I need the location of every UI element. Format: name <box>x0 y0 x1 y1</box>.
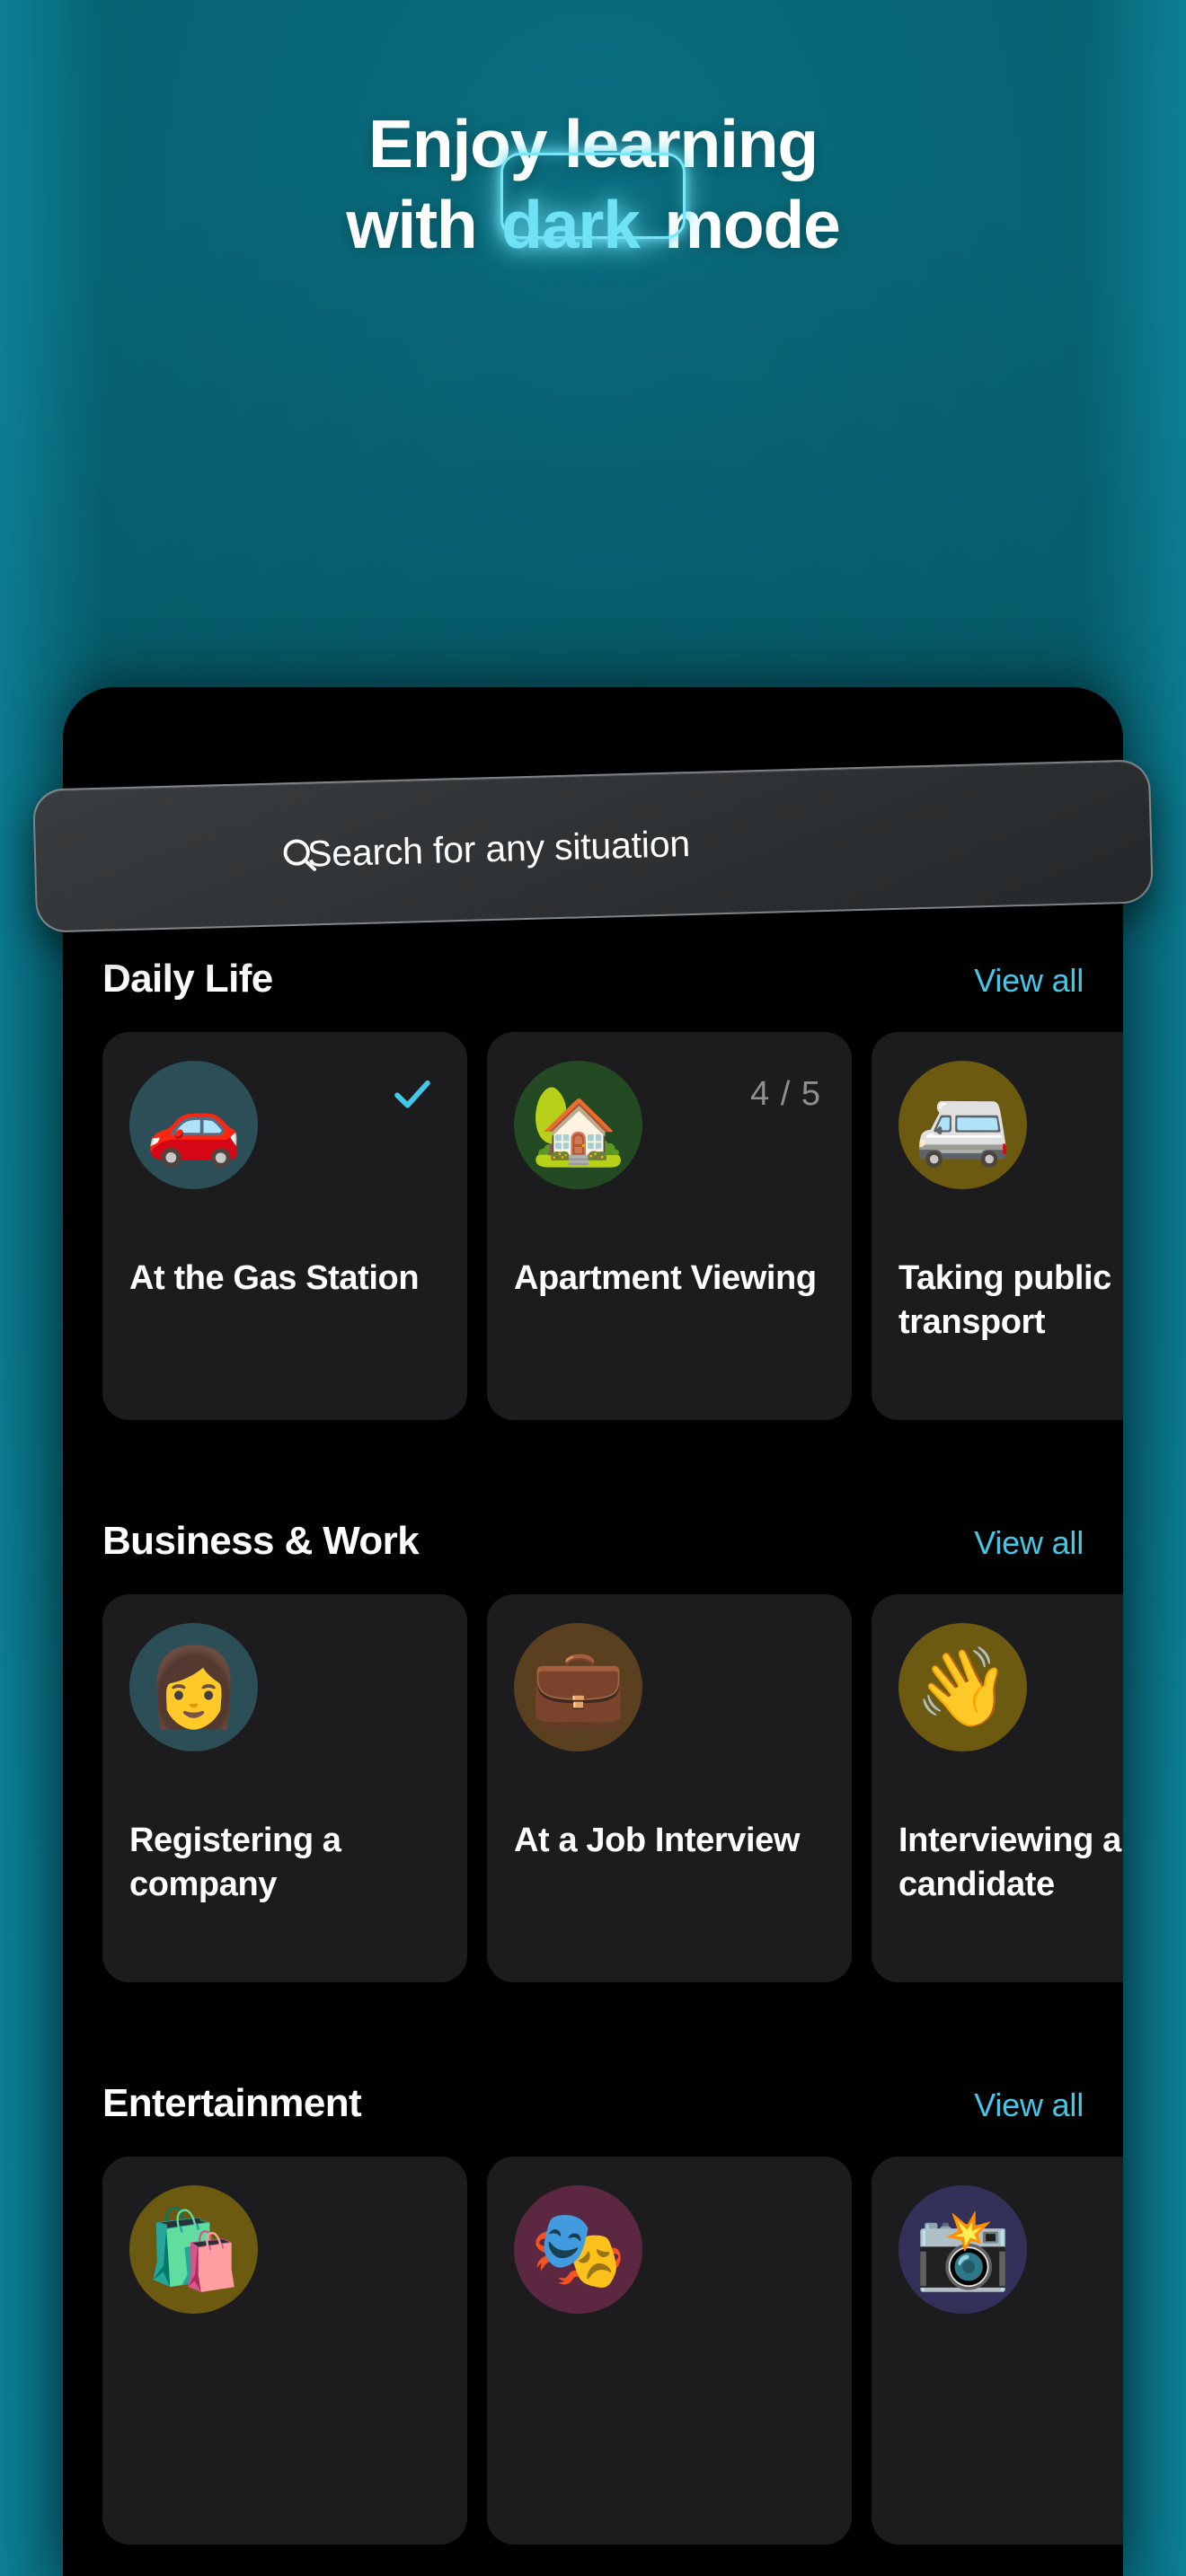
sections-list: Daily Life View all 🚗 At the Gas Station 🏡 4 … <box>63 957 1123 2576</box>
section-title: Daily Life <box>102 957 273 1001</box>
promo-headline: Enjoy learning with dark mode <box>0 106 1186 262</box>
card-carousel[interactable]: 👩 Registering a company 💼 At a Job Intervie… <box>63 1594 1123 1982</box>
card-title: Interviewing a candidate <box>898 1822 1121 1903</box>
section-title: Entertainment <box>102 2081 362 2125</box>
headline-line-2: with dark mode <box>0 153 1186 262</box>
category-section: Daily Life View all 🚗 At the Gas Station 🏡 4 … <box>63 957 1123 1420</box>
situation-card[interactable]: 🛍️ <box>102 2157 467 2545</box>
card-title: Apartment Viewing <box>514 1259 817 1297</box>
situation-card[interactable]: 📸 <box>872 2157 1123 2545</box>
woman-emoji: 👩 <box>129 1623 258 1751</box>
briefcase-emoji: 💼 <box>514 1623 642 1751</box>
headline-line-2-after: mode <box>646 187 840 262</box>
card-carousel[interactable]: 🚗 At the Gas Station 🏡 4 / 5 Apartment Viewi… <box>63 1032 1123 1420</box>
card-title: At a Job Interview <box>514 1822 800 1859</box>
situation-card[interactable]: 🚐 Taking public transport <box>872 1032 1123 1420</box>
category-section: Business & Work View all 👩 Registering a co… <box>63 1519 1123 1982</box>
situation-card[interactable]: 🚗 At the Gas Station <box>102 1032 467 1420</box>
app-screen: Daily Life View all 🚗 At the Gas Station 🏡 4 … <box>63 687 1123 2576</box>
progress-badge: 4 / 5 <box>750 1075 821 1113</box>
card-title: Taking public transport <box>898 1259 1111 1341</box>
completed-check-icon <box>388 1070 437 1123</box>
situation-card[interactable]: 👩 Registering a company <box>102 1594 467 1982</box>
performing-arts-emoji: 🎭 <box>514 2185 642 2314</box>
search-placeholder: Search for any situation <box>306 822 691 875</box>
camera-with-flash-emoji: 📸 <box>898 2185 1027 2314</box>
view-all-link[interactable]: View all <box>974 2086 1084 2124</box>
search-icon <box>279 834 321 880</box>
section-title: Business & Work <box>102 1519 420 1563</box>
card-title: Registering a company <box>129 1822 341 1903</box>
section-header: Business & Work View all <box>63 1519 1123 1564</box>
category-section: Entertainment View all 🛍️ 🎭 📸 <box>63 2081 1123 2545</box>
situation-card[interactable]: 🎭 <box>487 2157 852 2545</box>
section-header: Daily Life View all <box>63 957 1123 1001</box>
card-title: At the Gas Station <box>129 1259 420 1297</box>
situation-card[interactable]: 🏡 4 / 5 Apartment Viewing <box>487 1032 852 1420</box>
view-all-link[interactable]: View all <box>974 1524 1084 1562</box>
car-emoji: 🚗 <box>129 1061 258 1189</box>
situation-card[interactable]: 👋 Interviewing a candidate <box>872 1594 1123 1982</box>
card-carousel[interactable]: 🛍️ 🎭 📸 <box>63 2157 1123 2545</box>
search-bar[interactable]: Search for any situation <box>32 759 1154 933</box>
headline-line-1: Enjoy learning <box>368 106 819 181</box>
section-header: Entertainment View all <box>63 2081 1123 2126</box>
phone-mockup: Daily Life View all 🚗 At the Gas Station 🏡 4 … <box>63 687 1123 2576</box>
waving-hand-emoji: 👋 <box>898 1623 1027 1751</box>
headline-line-2-before: with <box>346 187 495 262</box>
minibus-emoji: 🚐 <box>898 1061 1027 1189</box>
situation-card[interactable]: 💼 At a Job Interview <box>487 1594 852 1982</box>
view-all-link[interactable]: View all <box>974 962 1084 1000</box>
house-with-garden-emoji: 🏡 <box>514 1061 642 1189</box>
headline-highlight-dark: dark <box>501 187 641 262</box>
shopping-bags-emoji: 🛍️ <box>129 2185 258 2314</box>
